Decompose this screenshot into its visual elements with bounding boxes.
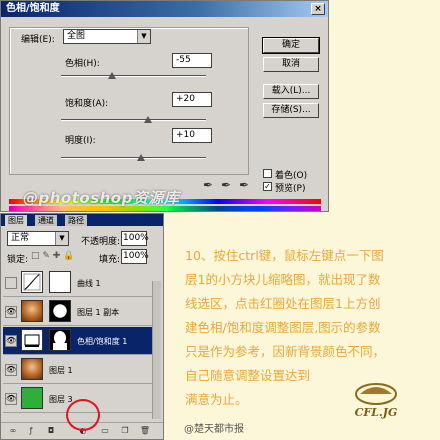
hue-input[interactable]: -55 (172, 53, 212, 68)
edit-select-value: 全图 (67, 31, 86, 41)
eyedropper-plus-icon[interactable]: ✒ (221, 178, 231, 192)
layer-mask-thumbnail (49, 271, 71, 293)
colorize-label: 着色(O) (275, 171, 308, 181)
edit-label: 编辑(E): (21, 35, 55, 45)
layer-name: 曲线 1 (77, 279, 101, 288)
blend-mode-value: 正常 (11, 233, 30, 243)
portrait-thumbnail (21, 358, 43, 380)
layer-name: 图层 1 (49, 366, 73, 375)
watermark: @photoshop资源库 (23, 189, 180, 207)
trash-icon[interactable]: 🗑 (139, 426, 151, 436)
hue-saturation-adjustment-icon (21, 329, 43, 351)
caption-line: 线选区，点击红圈处在图层1上方创 (185, 296, 381, 311)
load-button[interactable]: 载入(L)... (263, 84, 319, 99)
eye-icon[interactable]: 👁 (5, 393, 17, 405)
saturation-slider-track[interactable] (61, 119, 206, 121)
new-group-icon[interactable]: ▭ (99, 426, 111, 436)
lock-icons[interactable]: □ ✎ ✚ 🔒 (31, 251, 74, 261)
curves-adjustment-icon (21, 271, 43, 293)
caption-line: 只是作为参考，因新背景颜色不同， (185, 344, 386, 359)
hue-slider-thumb[interactable] (107, 72, 116, 79)
visibility-toggle[interactable] (5, 277, 17, 289)
layers-scrollbar[interactable] (152, 281, 161, 419)
layer-row-curves[interactable]: 曲线 1 (3, 269, 153, 297)
fill-input[interactable]: 100% (121, 249, 149, 264)
caption-line: 10、按住ctrl键，鼠标左键点一下图 (185, 248, 384, 263)
add-mask-icon[interactable]: ◘ (45, 426, 57, 436)
highlight-circle (66, 399, 100, 431)
hue-label: 色相(H): (65, 59, 100, 69)
lightness-slider-thumb[interactable] (136, 154, 145, 161)
hue-saturation-dialog: 色相/饱和度 × 编辑(E): 全图 ▼ 色相(H): -55 饱和度(A): … (0, 0, 329, 212)
lightness-slider-track[interactable] (61, 157, 206, 159)
logo-text: CFL.JG (355, 406, 398, 419)
layer-name: 色相/饱和度 1 (77, 337, 128, 346)
new-layer-icon[interactable]: ❐ (119, 426, 131, 436)
link-icon[interactable]: ∞ (7, 426, 19, 436)
eye-icon[interactable]: 👁 (5, 306, 17, 318)
layer-mask-thumbnail (49, 300, 71, 322)
dialog-title: 色相/饱和度 (6, 3, 60, 14)
layer-row-hue-saturation[interactable]: 👁 色相/饱和度 1 (3, 327, 153, 355)
preview-label: 预览(P) (275, 184, 306, 194)
caption-line: 建色相/饱和度调整图层,图示的参数 (185, 320, 381, 335)
layer-row-layer1[interactable]: 👁 图层 1 (3, 356, 153, 384)
colorize-checkbox[interactable] (263, 169, 272, 178)
blend-mode-select[interactable]: 正常 ▼ (7, 231, 69, 246)
layer-mask-thumbnail (49, 329, 71, 351)
ok-button[interactable]: 确定 (262, 37, 320, 54)
saturation-label: 饱和度(A): (65, 99, 109, 109)
layer-name: 图层 3 (49, 395, 73, 404)
save-button[interactable]: 存储(S)... (263, 103, 319, 118)
cfl-jg-logo: CFL.JG (355, 383, 398, 419)
close-icon[interactable]: × (311, 3, 325, 15)
saturation-input[interactable]: +20 (172, 92, 212, 107)
layer-name: 图层 1 副本 (77, 308, 120, 317)
adjustment-group (9, 27, 249, 175)
fill-label: 填充: (99, 255, 121, 265)
green-fill-thumbnail (21, 387, 43, 409)
eye-icon[interactable]: 👁 (5, 364, 17, 376)
edit-select[interactable]: 全图 ▼ (63, 29, 151, 44)
dialog-title-bar[interactable]: 色相/饱和度 × (1, 1, 328, 17)
eyedropper-icon[interactable]: ✒ (203, 178, 213, 192)
eyedropper-minus-icon[interactable]: ✒ (239, 178, 249, 192)
chevron-down-icon: ▼ (55, 232, 68, 245)
layer-style-icon[interactable]: ƒ (25, 426, 37, 436)
chevron-down-icon: ▼ (137, 30, 150, 43)
tab-paths[interactable]: 路径 (65, 215, 87, 226)
tab-layers[interactable]: 图层 (5, 215, 27, 226)
caption-line: 层1的小方块儿缩略图，就出现了数 (185, 272, 381, 287)
lock-label: 锁定: (7, 255, 29, 265)
opacity-label: 不透明度: (81, 237, 121, 247)
portrait-thumbnail (21, 300, 43, 322)
tab-channels[interactable]: 通道 (35, 215, 57, 226)
preview-checkbox[interactable]: ✓ (263, 182, 272, 191)
panel-tabs: 图层 通道 路径 (1, 214, 163, 226)
cancel-button[interactable]: 取消 (263, 57, 319, 72)
opacity-input[interactable]: 100% (121, 231, 149, 246)
layer-row-layer1-copy[interactable]: 👁 图层 1 副本 (3, 298, 153, 326)
saturation-slider-thumb[interactable] (144, 116, 152, 123)
lightness-input[interactable]: +10 (172, 128, 212, 143)
hue-slider-track[interactable] (61, 75, 206, 77)
source-credit: @楚天都市报 (184, 424, 244, 435)
eye-icon[interactable]: 👁 (5, 335, 17, 347)
lightness-label: 明度(I): (65, 136, 96, 146)
